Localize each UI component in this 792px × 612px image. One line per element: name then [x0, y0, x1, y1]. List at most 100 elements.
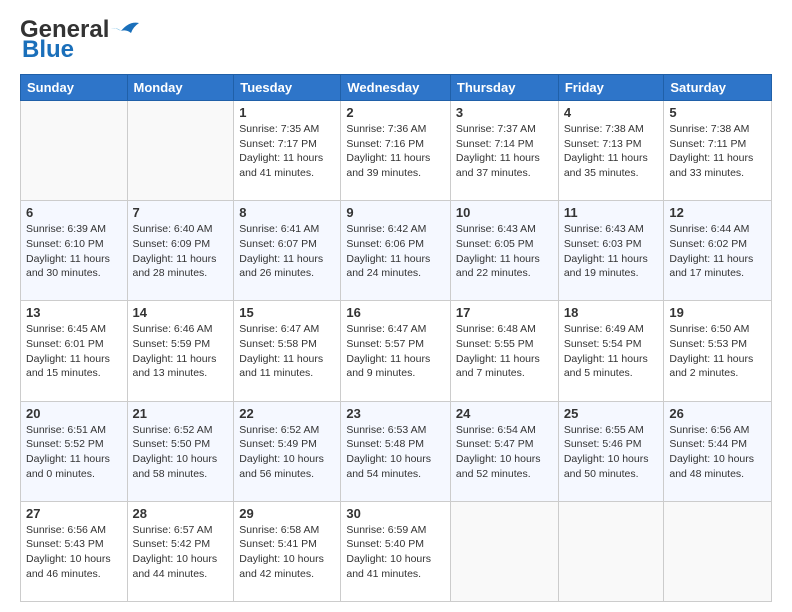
calendar-cell: 9Sunrise: 6:42 AM Sunset: 6:06 PM Daylig… — [341, 201, 451, 301]
day-info: Sunrise: 6:43 AM Sunset: 6:05 PM Dayligh… — [456, 222, 553, 281]
day-info: Sunrise: 6:46 AM Sunset: 5:59 PM Dayligh… — [133, 322, 229, 381]
day-number: 21 — [133, 406, 229, 421]
day-number: 20 — [26, 406, 122, 421]
calendar-table: SundayMondayTuesdayWednesdayThursdayFrid… — [20, 74, 772, 602]
calendar-cell — [558, 501, 664, 601]
day-info: Sunrise: 6:57 AM Sunset: 5:42 PM Dayligh… — [133, 523, 229, 582]
day-number: 3 — [456, 105, 553, 120]
day-info: Sunrise: 6:54 AM Sunset: 5:47 PM Dayligh… — [456, 423, 553, 482]
calendar-cell: 11 Sunrise: 6:43 AM Sunset: 6:03 PM Dayli… — [558, 201, 664, 301]
calendar-cell: 8Sunrise: 6:41 AM Sunset: 6:07 PM Daylig… — [234, 201, 341, 301]
day-info: Sunrise: 7:36 AM Sunset: 7:16 PM Dayligh… — [346, 122, 445, 181]
day-number: 23 — [346, 406, 445, 421]
calendar-cell: 25Sunrise: 6:55 AM Sunset: 5:46 PM Dayli… — [558, 401, 664, 501]
day-info: Sunrise: 6:43 AM Sunset: 6:03 PM Dayligh… — [564, 222, 659, 281]
calendar-cell: 28 Sunrise: 6:57 AM Sunset: 5:42 PM Dayli… — [127, 501, 234, 601]
calendar-cell: 7 Sunrise: 6:40 AM Sunset: 6:09 PM Daylig… — [127, 201, 234, 301]
day-of-week-header: Wednesday — [341, 75, 451, 101]
day-number: 15 — [239, 305, 335, 320]
day-info: Sunrise: 6:49 AM Sunset: 5:54 PM Dayligh… — [564, 322, 659, 381]
day-number: 10 — [456, 205, 553, 220]
day-number: 25 — [564, 406, 659, 421]
day-info: Sunrise: 6:45 AM Sunset: 6:01 PM Dayligh… — [26, 322, 122, 381]
day-info: Sunrise: 6:52 AM Sunset: 5:50 PM Dayligh… — [133, 423, 229, 482]
calendar-cell: 20 Sunrise: 6:51 AM Sunset: 5:52 PM Dayli… — [21, 401, 128, 501]
day-number: 17 — [456, 305, 553, 320]
calendar-cell — [127, 101, 234, 201]
page-header: General Blue — [20, 16, 772, 64]
calendar-cell — [450, 501, 558, 601]
calendar-cell: 6Sunrise: 6:39 AM Sunset: 6:10 PM Daylig… — [21, 201, 128, 301]
day-number: 2 — [346, 105, 445, 120]
calendar-cell: 24Sunrise: 6:54 AM Sunset: 5:47 PM Dayli… — [450, 401, 558, 501]
calendar-cell: 2 Sunrise: 7:36 AM Sunset: 7:16 PM Daylig… — [341, 101, 451, 201]
logo: General Blue — [20, 16, 139, 64]
calendar-cell: 29 Sunrise: 6:58 AM Sunset: 5:41 PM Dayli… — [234, 501, 341, 601]
day-info: Sunrise: 6:56 AM Sunset: 5:43 PM Dayligh… — [26, 523, 122, 582]
calendar-week-row: 27 Sunrise: 6:56 AM Sunset: 5:43 PM Dayli… — [21, 501, 772, 601]
calendar-cell: 30 Sunrise: 6:59 AM Sunset: 5:40 PM Dayli… — [341, 501, 451, 601]
day-info: Sunrise: 7:38 AM Sunset: 7:11 PM Dayligh… — [669, 122, 766, 181]
day-info: Sunrise: 6:56 AM Sunset: 5:44 PM Dayligh… — [669, 423, 766, 482]
day-info: Sunrise: 6:52 AM Sunset: 5:49 PM Dayligh… — [239, 423, 335, 482]
day-info: Sunrise: 6:47 AM Sunset: 5:57 PM Dayligh… — [346, 322, 445, 381]
calendar-cell: 4 Sunrise: 7:38 AM Sunset: 7:13 PM Daylig… — [558, 101, 664, 201]
day-number: 8 — [239, 205, 335, 220]
day-number: 5 — [669, 105, 766, 120]
day-info: Sunrise: 6:51 AM Sunset: 5:52 PM Dayligh… — [26, 423, 122, 482]
day-number: 18 — [564, 305, 659, 320]
day-number: 19 — [669, 305, 766, 320]
calendar-cell: 19 Sunrise: 6:50 AM Sunset: 5:53 PM Dayli… — [664, 301, 772, 401]
day-number: 26 — [669, 406, 766, 421]
calendar-cell: 12Sunrise: 6:44 AM Sunset: 6:02 PM Dayli… — [664, 201, 772, 301]
logo-bird-icon — [111, 19, 139, 41]
day-of-week-header: Tuesday — [234, 75, 341, 101]
day-of-week-header: Saturday — [664, 75, 772, 101]
day-number: 11 — [564, 205, 659, 220]
calendar-cell: 13 Sunrise: 6:45 AM Sunset: 6:01 PM Dayli… — [21, 301, 128, 401]
day-number: 29 — [239, 506, 335, 521]
calendar-week-row: 13 Sunrise: 6:45 AM Sunset: 6:01 PM Dayli… — [21, 301, 772, 401]
day-info: Sunrise: 7:35 AM Sunset: 7:17 PM Dayligh… — [239, 122, 335, 181]
day-number: 14 — [133, 305, 229, 320]
calendar-cell: 16Sunrise: 6:47 AM Sunset: 5:57 PM Dayli… — [341, 301, 451, 401]
calendar-cell: 21 Sunrise: 6:52 AM Sunset: 5:50 PM Dayli… — [127, 401, 234, 501]
day-number: 1 — [239, 105, 335, 120]
calendar-cell: 3 Sunrise: 7:37 AM Sunset: 7:14 PM Daylig… — [450, 101, 558, 201]
day-number: 22 — [239, 406, 335, 421]
calendar-week-row: 20 Sunrise: 6:51 AM Sunset: 5:52 PM Dayli… — [21, 401, 772, 501]
calendar-cell — [664, 501, 772, 601]
day-info: Sunrise: 6:50 AM Sunset: 5:53 PM Dayligh… — [669, 322, 766, 381]
calendar-cell: 18 Sunrise: 6:49 AM Sunset: 5:54 PM Dayli… — [558, 301, 664, 401]
logo-blue: Blue — [22, 36, 74, 64]
day-number: 13 — [26, 305, 122, 320]
day-number: 28 — [133, 506, 229, 521]
day-number: 9 — [346, 205, 445, 220]
calendar-cell: 1 Sunrise: 7:35 AM Sunset: 7:17 PM Daylig… — [234, 101, 341, 201]
day-of-week-header: Sunday — [21, 75, 128, 101]
calendar-cell: 14 Sunrise: 6:46 AM Sunset: 5:59 PM Dayli… — [127, 301, 234, 401]
calendar-cell: 26 Sunrise: 6:56 AM Sunset: 5:44 PM Dayli… — [664, 401, 772, 501]
day-info: Sunrise: 6:40 AM Sunset: 6:09 PM Dayligh… — [133, 222, 229, 281]
day-number: 7 — [133, 205, 229, 220]
day-number: 30 — [346, 506, 445, 521]
day-info: Sunrise: 6:47 AM Sunset: 5:58 PM Dayligh… — [239, 322, 335, 381]
day-of-week-header: Friday — [558, 75, 664, 101]
calendar-cell: 17Sunrise: 6:48 AM Sunset: 5:55 PM Dayli… — [450, 301, 558, 401]
calendar-cell: 5 Sunrise: 7:38 AM Sunset: 7:11 PM Daylig… — [664, 101, 772, 201]
day-info: Sunrise: 6:53 AM Sunset: 5:48 PM Dayligh… — [346, 423, 445, 482]
calendar-week-row: 6Sunrise: 6:39 AM Sunset: 6:10 PM Daylig… — [21, 201, 772, 301]
day-number: 4 — [564, 105, 659, 120]
day-of-week-header: Thursday — [450, 75, 558, 101]
calendar-cell: 15 Sunrise: 6:47 AM Sunset: 5:58 PM Dayli… — [234, 301, 341, 401]
day-info: Sunrise: 7:37 AM Sunset: 7:14 PM Dayligh… — [456, 122, 553, 181]
calendar-cell: 23 Sunrise: 6:53 AM Sunset: 5:48 PM Dayli… — [341, 401, 451, 501]
calendar-cell: 22 Sunrise: 6:52 AM Sunset: 5:49 PM Dayli… — [234, 401, 341, 501]
day-info: Sunrise: 6:59 AM Sunset: 5:40 PM Dayligh… — [346, 523, 445, 582]
day-info: Sunrise: 6:44 AM Sunset: 6:02 PM Dayligh… — [669, 222, 766, 281]
day-info: Sunrise: 7:38 AM Sunset: 7:13 PM Dayligh… — [564, 122, 659, 181]
calendar-cell: 10 Sunrise: 6:43 AM Sunset: 6:05 PM Dayli… — [450, 201, 558, 301]
day-number: 27 — [26, 506, 122, 521]
calendar-cell — [21, 101, 128, 201]
day-info: Sunrise: 6:58 AM Sunset: 5:41 PM Dayligh… — [239, 523, 335, 582]
